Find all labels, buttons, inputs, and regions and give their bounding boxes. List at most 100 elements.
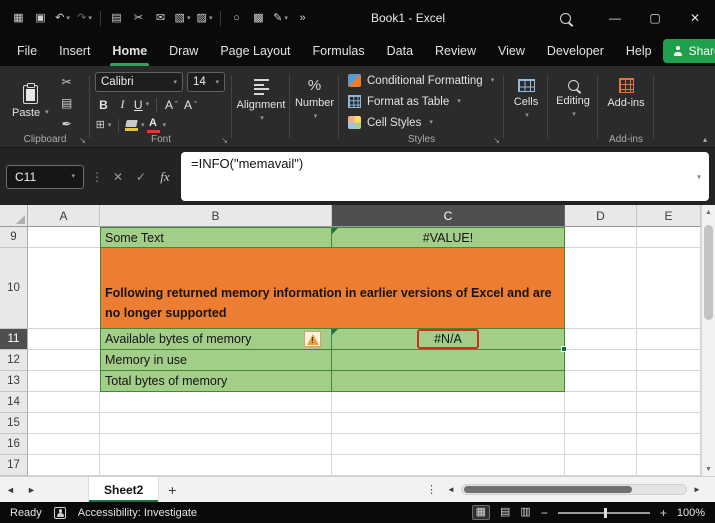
- row-header-12[interactable]: 12: [0, 350, 28, 371]
- cell-B16[interactable]: [100, 434, 332, 455]
- expand-formula-bar-icon[interactable]: ▾: [697, 172, 701, 181]
- cells-group[interactable]: Cells ▾: [504, 66, 548, 147]
- cell-B9[interactable]: Some Text: [100, 227, 332, 248]
- row-header-9[interactable]: 9: [0, 227, 28, 248]
- row-header-10[interactable]: 10: [0, 248, 28, 329]
- cell-E15[interactable]: [637, 413, 701, 434]
- normal-view-icon[interactable]: ▦: [471, 505, 491, 520]
- cell-D17[interactable]: [565, 455, 637, 476]
- row-header-15[interactable]: 15: [0, 413, 28, 434]
- scroll-up-icon[interactable]: ▲: [702, 205, 715, 219]
- tab-review[interactable]: Review: [424, 36, 487, 66]
- tab-draw[interactable]: Draw: [158, 36, 209, 66]
- touch-mode-button[interactable]: ○: [226, 6, 247, 30]
- scroll-right-icon[interactable]: ►: [689, 485, 705, 494]
- error-warning-icon[interactable]: !: [304, 331, 321, 347]
- tab-help[interactable]: Help: [615, 36, 663, 66]
- cut-button[interactable]: ✂: [128, 6, 149, 30]
- italic-button[interactable]: I: [114, 96, 131, 113]
- cell-A9[interactable]: [28, 227, 100, 248]
- fill-handle[interactable]: [561, 346, 567, 352]
- fill-style-button[interactable]: ▨ ▾: [194, 6, 215, 30]
- cell-D10[interactable]: [565, 248, 637, 329]
- column-header-D[interactable]: D: [565, 205, 637, 227]
- row-header-13[interactable]: 13: [0, 371, 28, 392]
- scroll-down-icon[interactable]: ▼: [702, 462, 715, 476]
- column-header-C[interactable]: C: [332, 205, 565, 227]
- cell-E9[interactable]: [637, 227, 701, 248]
- horizontal-scrollbar[interactable]: [461, 484, 687, 495]
- formula-input[interactable]: =INFO("memavail") ▾: [181, 152, 709, 201]
- camera-button[interactable]: ▩: [248, 6, 269, 30]
- column-header-B[interactable]: B: [100, 205, 332, 227]
- scroll-left-icon[interactable]: ◄: [443, 485, 459, 494]
- dialog-launcher-icon[interactable]: ↘: [79, 136, 86, 145]
- zoom-in-button[interactable]: +: [660, 506, 667, 520]
- page-break-view-icon[interactable]: ▥: [520, 507, 530, 518]
- row-header-16[interactable]: 16: [0, 434, 28, 455]
- mail-button[interactable]: ✉: [150, 6, 171, 30]
- borders-button[interactable]: ⊞ ▾: [95, 117, 112, 134]
- cell-E16[interactable]: [637, 434, 701, 455]
- cell-A16[interactable]: [28, 434, 100, 455]
- paste-button[interactable]: Paste ▾: [5, 71, 56, 132]
- format-as-table-button[interactable]: Format as Table ▾: [348, 92, 494, 111]
- zoom-slider[interactable]: [557, 507, 650, 518]
- cell-C12[interactable]: [332, 350, 565, 371]
- vertical-scrollbar-thumb[interactable]: [704, 225, 713, 320]
- name-box-resizer[interactable]: ⋮: [91, 170, 103, 184]
- zoom-out-button[interactable]: −: [541, 506, 548, 520]
- cell-C15[interactable]: [332, 413, 565, 434]
- previous-sheet-icon[interactable]: ◄: [0, 485, 21, 495]
- cell-E14[interactable]: [637, 392, 701, 413]
- cancel-button[interactable]: ✕: [110, 170, 126, 184]
- dialog-launcher-icon[interactable]: ↘: [221, 136, 228, 145]
- cell-E13[interactable]: [637, 371, 701, 392]
- dialog-launcher-icon[interactable]: ↘: [493, 136, 500, 145]
- column-header-A[interactable]: A: [28, 205, 100, 227]
- cell-C16[interactable]: [332, 434, 565, 455]
- tab-data[interactable]: Data: [376, 36, 424, 66]
- font-color-button[interactable]: A ▾: [146, 117, 166, 134]
- cell-B11[interactable]: Available bytes of memory !: [100, 329, 332, 350]
- cell-B14[interactable]: [100, 392, 332, 413]
- undo-button[interactable]: ↶ ▾: [52, 6, 73, 30]
- cell-D15[interactable]: [565, 413, 637, 434]
- zoom-level[interactable]: 100%: [677, 507, 705, 519]
- cell-A13[interactable]: [28, 371, 100, 392]
- font-family-select[interactable]: Calibri ▾: [95, 72, 183, 92]
- cell-D14[interactable]: [565, 392, 637, 413]
- table-button[interactable]: ▧ ▾: [172, 6, 193, 30]
- cell-C14[interactable]: [332, 392, 565, 413]
- cell-C13[interactable]: [332, 371, 565, 392]
- cell-D16[interactable]: [565, 434, 637, 455]
- cell-E17[interactable]: [637, 455, 701, 476]
- bold-button[interactable]: B: [95, 96, 112, 113]
- vertical-scrollbar[interactable]: ▲ ▼: [701, 205, 715, 476]
- name-box[interactable]: C11 ▾: [6, 164, 84, 189]
- cell-C17[interactable]: [332, 455, 565, 476]
- cell-B12[interactable]: Memory in use: [100, 350, 332, 371]
- more-commands-button[interactable]: »: [292, 6, 313, 30]
- increase-font-button[interactable]: Aˆ: [163, 96, 180, 113]
- row-header-17[interactable]: 17: [0, 455, 28, 476]
- cell-A11[interactable]: [28, 329, 100, 350]
- conditional-formatting-button[interactable]: Conditional Formatting ▾: [348, 71, 494, 90]
- tab-formulas[interactable]: Formulas: [302, 36, 376, 66]
- cell-A15[interactable]: [28, 413, 100, 434]
- cell-A10[interactable]: [28, 248, 100, 329]
- enter-button[interactable]: ✓: [133, 170, 149, 184]
- minimize-button[interactable]: —: [595, 0, 635, 36]
- share-button[interactable]: Share ▾: [662, 39, 715, 63]
- collapse-ribbon-icon[interactable]: ▴: [703, 135, 707, 144]
- row-header-11[interactable]: 11: [0, 329, 28, 350]
- tab-home[interactable]: Home: [101, 36, 158, 66]
- page-layout-view-icon[interactable]: ▤: [500, 507, 510, 518]
- underline-button[interactable]: U ▾: [133, 96, 150, 113]
- font-size-select[interactable]: 14 ▾: [187, 72, 225, 92]
- alignment-group[interactable]: Alignment ▾: [232, 66, 290, 147]
- copy-button[interactable]: ▤: [56, 95, 78, 112]
- cell-D11[interactable]: [565, 329, 637, 350]
- workbook-button[interactable]: ▤: [106, 6, 127, 30]
- redo-button[interactable]: ↷ ▾: [74, 6, 95, 30]
